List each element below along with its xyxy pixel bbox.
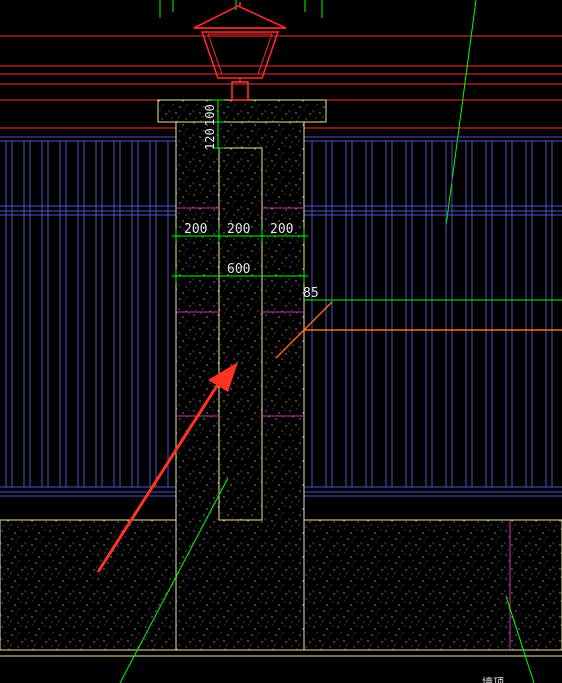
- pillar-recess: [218, 147, 263, 521]
- left-railing: [0, 136, 176, 497]
- leader-85: [275, 301, 562, 359]
- dim-total-width: 600: [227, 262, 250, 277]
- pillar: [157, 99, 327, 651]
- lamp-icon: [193, 2, 287, 101]
- corner-label: 墙顶…: [482, 675, 515, 683]
- dim-col-left: 200: [184, 222, 207, 237]
- dim-cap-second: 120: [203, 128, 217, 150]
- cad-drawing: 100 120 200 200 200 600 85 墙顶…: [0, 0, 562, 683]
- dim-col-right: 200: [270, 222, 293, 237]
- pillar-cap: [157, 99, 327, 123]
- dim-cap-top: 100: [203, 104, 217, 126]
- right-railing: [304, 136, 562, 497]
- dim-col-center: 200: [227, 222, 250, 237]
- dim-joint-depth: 85: [303, 286, 319, 301]
